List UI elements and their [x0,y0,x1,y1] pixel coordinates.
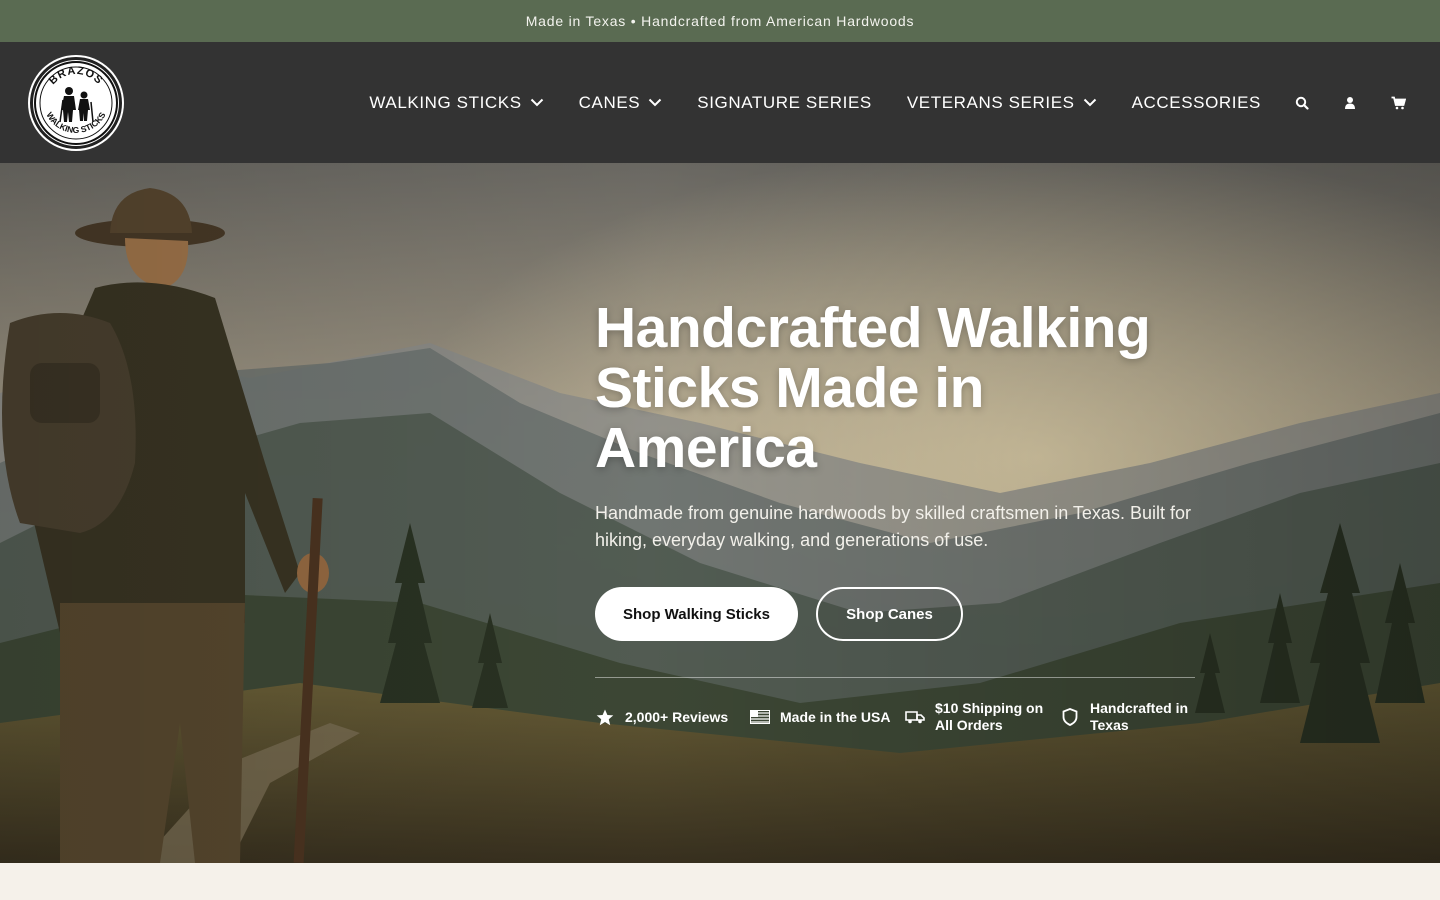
logo-emblem-icon: BRAZOS WALKING STICKS [34,60,118,145]
nav-item-veterans-series[interactable]: VETERANS SERIES [907,93,1097,113]
hero-content: Handcrafted Walking Sticks Made in Ameri… [595,298,1195,734]
chevron-down-icon [530,98,544,107]
hero-subtitle: Handmade from genuine hardwoods by skill… [595,503,1191,550]
announcement-text: Made in Texas • Handcrafted from America… [525,13,915,29]
flag-icon [750,710,770,724]
site-header: BRAZOS WALKING STICKS WALKING STICKS CAN… [0,42,1440,163]
badge-shipping: $10 Shipping on All Orders [905,700,1060,734]
truck-icon [905,710,925,724]
hero-section: Handcrafted Walking Sticks Made in Ameri… [0,163,1440,863]
hero-title: Handcrafted Walking Sticks Made in Ameri… [595,296,1151,480]
badge-label: $10 Shipping on All Orders [935,700,1044,733]
nav-item-walking-sticks[interactable]: WALKING STICKS [369,93,543,113]
nav-item-label: SIGNATURE SERIES [697,92,872,112]
hero-cta-row: Shop Walking Sticks Shop Canes [595,587,1195,641]
badge-reviews: 2,000+ Reviews [595,700,750,734]
star-icon [595,709,615,726]
nav-item-canes[interactable]: CANES [579,93,663,113]
cart-icon[interactable] [1386,91,1410,115]
shop-walking-sticks-button[interactable]: Shop Walking Sticks [595,587,798,641]
shield-icon [1060,708,1080,726]
chevron-down-icon [1083,98,1097,107]
badge-label: Handcrafted in Texas [1090,700,1189,733]
nav-item-label: CANES [578,92,641,112]
next-section [0,863,1440,900]
nav-item-label: VETERANS SERIES [906,92,1075,112]
shop-canes-button[interactable]: Shop Canes [816,587,963,641]
badge-made-in-usa: Made in the USA [750,700,905,734]
nav-item-label: ACCESSORIES [1131,92,1261,112]
badge-handcrafted: Handcrafted in Texas [1060,700,1195,734]
chevron-down-icon [648,98,662,107]
announcement-bar: Made in Texas • Handcrafted from America… [0,0,1440,42]
nav-item-signature-series[interactable]: SIGNATURE SERIES [697,93,872,113]
badge-label: Made in the USA [780,708,891,725]
nav-item-accessories[interactable]: ACCESSORIES [1132,93,1261,113]
trust-badges: 2,000+ Reviews Made in the USA $10 Shipp… [595,700,1195,734]
account-icon[interactable] [1338,91,1362,115]
hero-divider [595,677,1195,678]
brand-logo[interactable]: BRAZOS WALKING STICKS [30,56,122,149]
main-nav: WALKING STICKS CANES SIGNATURE SERIES VE… [369,91,1410,115]
nav-item-label: WALKING STICKS [369,92,522,112]
badge-label: 2,000+ Reviews [625,708,729,725]
search-icon[interactable] [1290,91,1314,115]
